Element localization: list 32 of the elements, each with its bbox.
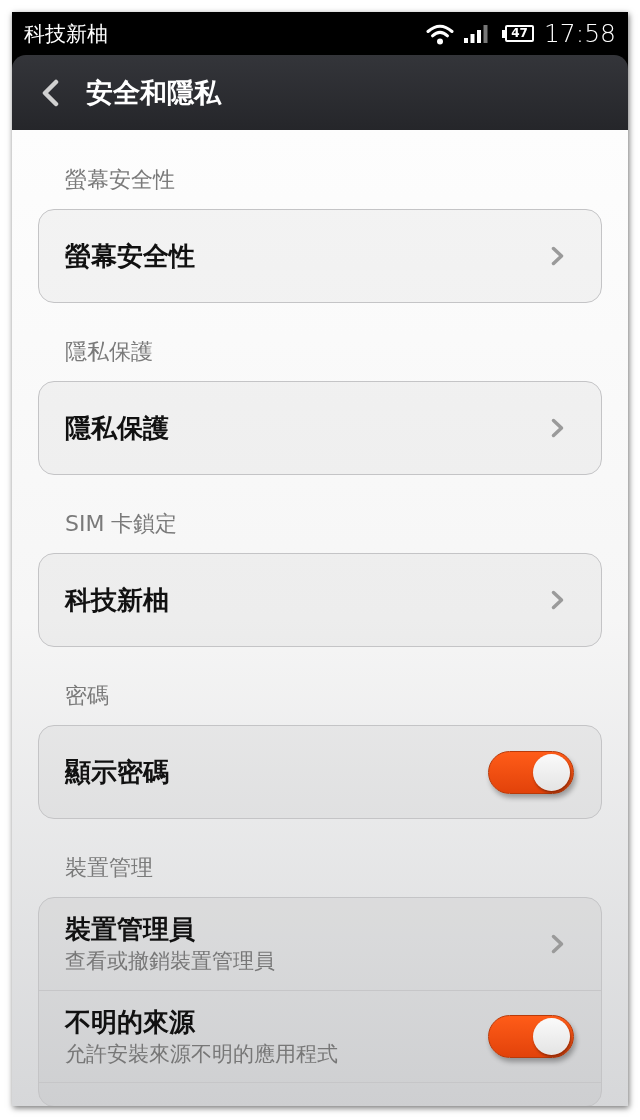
signal-icon [464,24,489,43]
chevron-right-icon [551,934,564,954]
wifi-icon [426,22,455,45]
settings-row[interactable]: 不明的來源 允許安裝來源不明的應用程式 [39,990,601,1082]
settings-row[interactable]: 隱私保護 [39,382,601,474]
chevron-right-icon [551,418,564,438]
battery-indicator: 47 [502,25,534,42]
section-header: SIM 卡鎖定 [64,510,179,538]
settings-row[interactable]: 裝置管理員 查看或撤銷裝置管理員 [39,898,601,990]
section-header: 螢幕安全性 [64,166,176,194]
settings-row[interactable]: 顯示密碼 [39,726,601,818]
row-label: 隱私保護 [65,412,169,444]
row-label: 不明的來源 [65,1005,196,1038]
settings-row[interactable]: 科技新柚 [39,554,601,646]
chevron-right-icon [551,590,564,610]
carrier-name: 科技新柚 [24,20,108,47]
row-label: 螢幕安全性 [65,240,195,272]
section-header: 密碼 [64,682,110,710]
row-label: 裝置管理員 [65,913,196,945]
chevron-left-icon [41,78,59,107]
clock-time: 17:58 [543,18,616,49]
section-header: 隱私保護 [64,338,154,366]
toggle-switch[interactable] [488,750,574,794]
row-label: 科技新柚 [65,584,169,616]
page-title: 安全和隱私 [86,75,221,110]
chevron-right-icon [551,246,564,266]
row-label: 顯示密碼 [65,756,169,788]
row-summary: 允許安裝來源不明的應用程式 [65,1040,338,1068]
row-summary: 查看或撤銷裝置管理員 [65,948,275,975]
toggle-switch[interactable] [488,1015,574,1058]
settings-row[interactable]: 螢幕安全性 [39,210,601,302]
section-header: 裝置管理 [64,854,154,882]
